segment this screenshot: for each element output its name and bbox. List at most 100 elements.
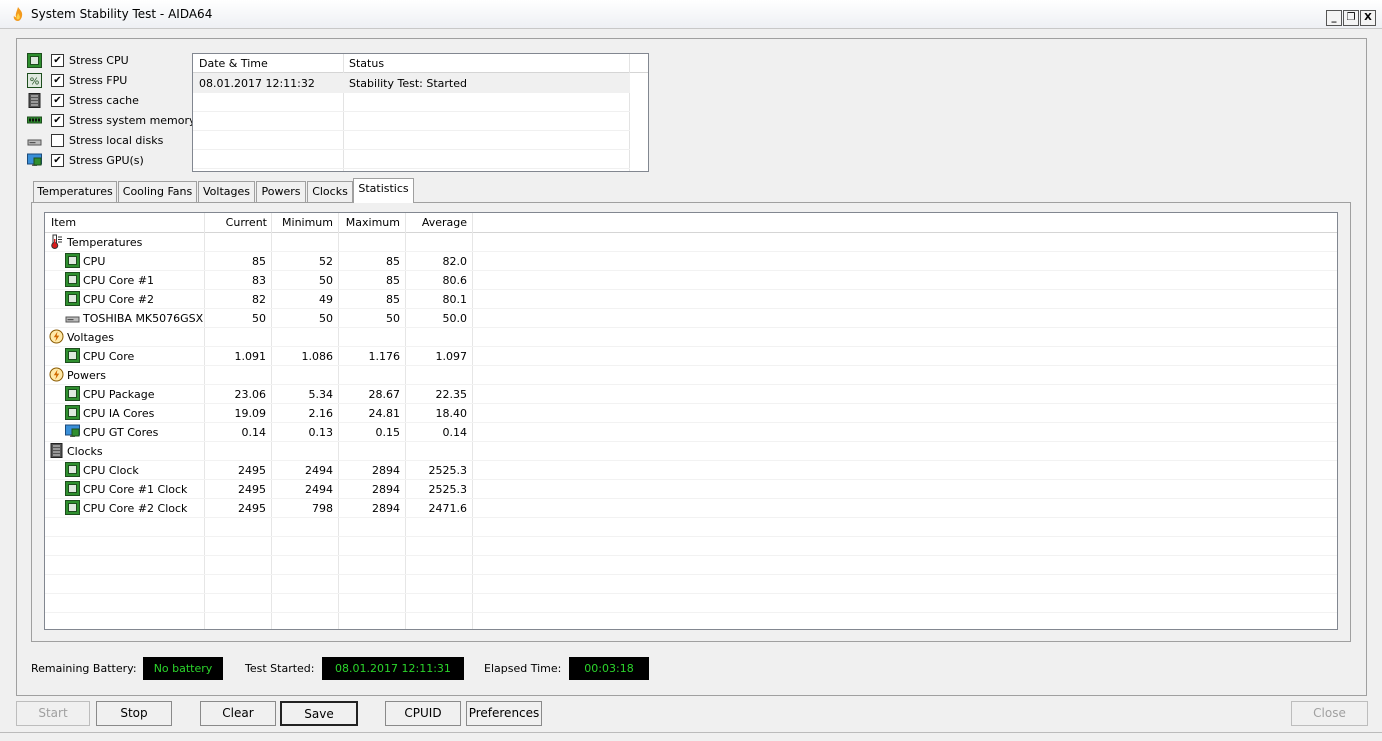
cell-maximum: 2894: [372, 464, 400, 477]
cell-item: Powers: [67, 369, 106, 382]
log-list[interactable]: Date & Time Status 08.01.2017 12:11:32 S…: [192, 53, 649, 172]
cpu-chip-icon: [65, 481, 80, 496]
cpu-chip-icon: [65, 386, 80, 401]
stress-checkbox[interactable]: ✔: [51, 94, 64, 107]
table-header: Item Current Minimum Maximum Average: [45, 213, 1337, 233]
elapsed-time-label: Elapsed Time:: [484, 662, 562, 675]
cell-average: 22.35: [435, 388, 468, 401]
test-started-label: Test Started:: [245, 662, 315, 675]
save-button[interactable]: Save: [280, 701, 358, 726]
statistics-table[interactable]: Item Current Minimum Maximum Average Tem…: [44, 212, 1338, 630]
header-current[interactable]: Current: [205, 216, 267, 229]
stress-option-2[interactable]: ✔ Stress cache: [27, 91, 197, 111]
close-button[interactable]: Close: [1291, 701, 1368, 726]
stress-label: Stress local disks: [69, 134, 164, 147]
table-row[interactable]: CPU Core #1 83 50 85 80.6: [45, 271, 1337, 290]
table-row[interactable]: CPU IA Cores 19.09 2.16 24.81 18.40: [45, 404, 1337, 423]
stress-option-1[interactable]: % ✔ Stress FPU: [27, 71, 197, 91]
battery-label: Remaining Battery:: [31, 662, 137, 675]
stress-label: Stress FPU: [69, 74, 128, 87]
cpu-chip-icon: [65, 253, 80, 268]
stress-checkbox[interactable]: ✔: [51, 154, 64, 167]
restore-button[interactable]: ❐: [1343, 10, 1359, 26]
cell-maximum: 28.67: [368, 388, 401, 401]
close-window-button[interactable]: X: [1360, 10, 1376, 26]
tab-cooling-fans[interactable]: Cooling Fans: [118, 181, 197, 202]
cpu-chip-icon: [65, 348, 80, 363]
log-status: Stability Test: Started: [349, 77, 467, 90]
cpu-chip-icon: [27, 53, 42, 68]
table-group-row[interactable]: Powers: [45, 366, 1337, 385]
table-row[interactable]: CPU GT Cores 0.14 0.13 0.15 0.14: [45, 423, 1337, 442]
table-group-row[interactable]: Clocks: [45, 442, 1337, 461]
cell-maximum: 24.81: [368, 407, 401, 420]
table-row[interactable]: CPU Core #2 82 49 85 80.1: [45, 290, 1337, 309]
cell-item: Temperatures: [67, 236, 143, 249]
start-button[interactable]: Start: [16, 701, 90, 726]
cell-current: 0.14: [241, 426, 267, 439]
log-row[interactable]: 08.01.2017 12:11:32 Stability Test: Star…: [193, 73, 630, 93]
stop-button[interactable]: Stop: [96, 701, 172, 726]
cell-maximum: 50: [386, 312, 400, 325]
elapsed-time-value: 00:03:18: [569, 657, 649, 680]
cell-maximum: 2894: [372, 483, 400, 496]
cell-current: 2495: [238, 502, 266, 515]
clear-button[interactable]: Clear: [200, 701, 276, 726]
table-row[interactable]: CPU Core #1 Clock 2495 2494 2894 2525.3: [45, 480, 1337, 499]
minimize-button[interactable]: _: [1326, 10, 1342, 26]
header-minimum[interactable]: Minimum: [273, 216, 333, 229]
tab-powers[interactable]: Powers: [256, 181, 306, 202]
table-row[interactable]: CPU Core #2 Clock 2495 798 2894 2471.6: [45, 499, 1337, 518]
cell-average: 50.0: [442, 312, 468, 325]
cell-minimum: 52: [319, 255, 333, 268]
cell-item: CPU GT Cores: [83, 426, 159, 439]
header-item[interactable]: Item: [51, 216, 76, 229]
log-header-status[interactable]: Status: [349, 57, 384, 70]
tab-statistics[interactable]: Statistics: [353, 178, 414, 203]
gpu-monitor-icon: [65, 424, 80, 439]
cell-item: CPU Core: [83, 350, 135, 363]
tab-temperatures[interactable]: Temperatures: [33, 181, 117, 202]
cell-average: 2525.3: [428, 464, 468, 477]
cell-maximum: 85: [386, 293, 400, 306]
preferences-button[interactable]: Preferences: [466, 701, 542, 726]
empty-row: [45, 575, 1337, 594]
table-row[interactable]: CPU Clock 2495 2494 2894 2525.3: [45, 461, 1337, 480]
log-header-datetime[interactable]: Date & Time: [199, 57, 268, 70]
table-row[interactable]: CPU 85 52 85 82.0: [45, 252, 1337, 271]
table-row[interactable]: CPU Package 23.06 5.34 28.67 22.35: [45, 385, 1337, 404]
cell-current: 2495: [238, 464, 266, 477]
stress-checkbox[interactable]: ✔: [51, 114, 64, 127]
stress-option-5[interactable]: ✔ Stress GPU(s): [27, 151, 197, 171]
stress-checkbox[interactable]: [51, 134, 64, 147]
table-group-row[interactable]: Temperatures: [45, 233, 1337, 252]
stress-option-4[interactable]: Stress local disks: [27, 131, 197, 151]
cell-current: 19.09: [234, 407, 267, 420]
table-row[interactable]: CPU Core 1.091 1.086 1.176 1.097: [45, 347, 1337, 366]
memory-module-icon: [27, 113, 42, 126]
table-row[interactable]: TOSHIBA MK5076GSX 50 50 50 50.0: [45, 309, 1337, 328]
cell-item: TOSHIBA MK5076GSX: [83, 312, 204, 325]
empty-row: [45, 518, 1337, 537]
cell-maximum: 1.176: [368, 350, 401, 363]
cell-minimum: 1.086: [301, 350, 334, 363]
cpu-chip-icon: [65, 405, 80, 420]
aida64-flame-icon: [13, 7, 23, 21]
table-group-row[interactable]: Voltages: [45, 328, 1337, 347]
stress-option-0[interactable]: ✔ Stress CPU: [27, 51, 197, 71]
cell-maximum: 85: [386, 274, 400, 287]
cell-maximum: 0.15: [375, 426, 401, 439]
stress-checkbox[interactable]: ✔: [51, 54, 64, 67]
header-average[interactable]: Average: [407, 216, 467, 229]
stress-option-3[interactable]: ✔ Stress system memory: [27, 111, 197, 131]
tab-voltages[interactable]: Voltages: [198, 181, 255, 202]
cell-current: 50: [252, 312, 266, 325]
stress-checkbox[interactable]: ✔: [51, 74, 64, 87]
cell-item: CPU IA Cores: [83, 407, 155, 420]
tab-clocks[interactable]: Clocks: [307, 181, 353, 202]
header-maximum[interactable]: Maximum: [340, 216, 400, 229]
cell-average: 18.40: [435, 407, 468, 420]
log-datetime: 08.01.2017 12:11:32: [199, 77, 315, 90]
cell-item: CPU Clock: [83, 464, 139, 477]
cpuid-button[interactable]: CPUID: [385, 701, 461, 726]
